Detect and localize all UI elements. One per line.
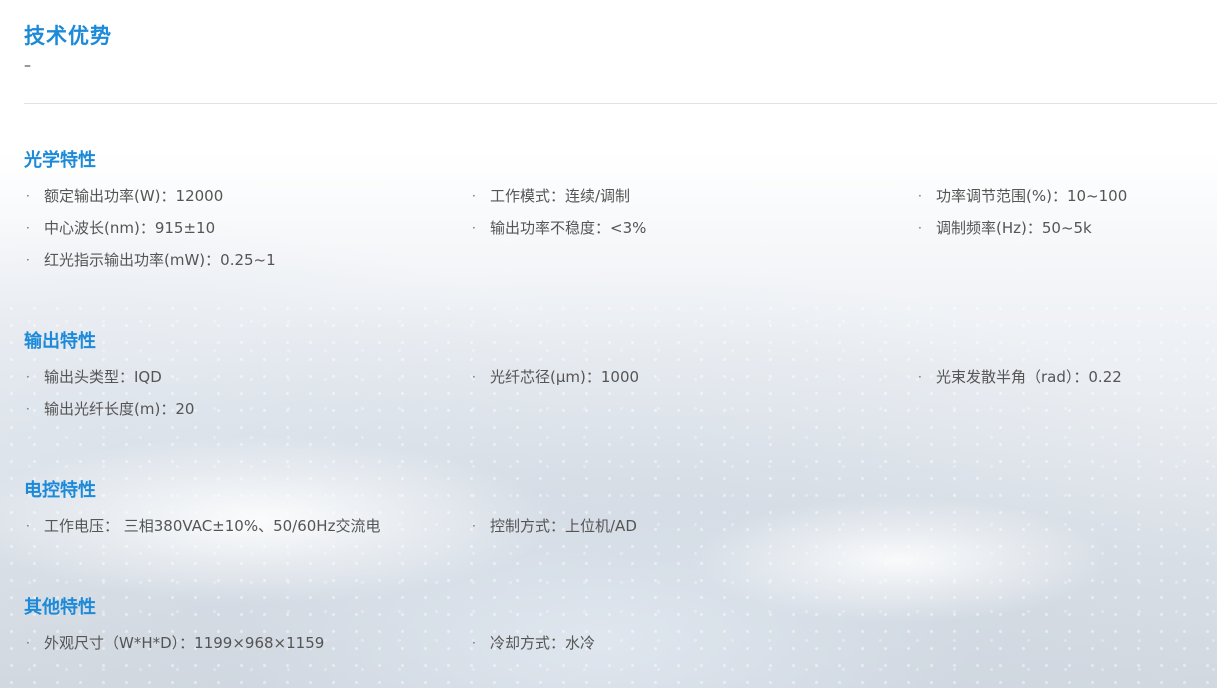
spec-item: · 输出功率不稳度：<3% — [470, 219, 916, 251]
bullet-icon: · — [472, 636, 476, 650]
spec-text: 输出功率不稳度：<3% — [490, 219, 647, 237]
spec-text: 调制频率(Hz)：50~5k — [936, 219, 1092, 237]
section-optical: 光学特性 · 额定输出功率(W)：12000 · 工作模式：连续/调制 · 功率调节范… — [24, 149, 1217, 283]
spec-text: 控制方式：上位机/AD — [490, 517, 637, 535]
spec-item: · 输出光纤长度(m)：20 — [24, 400, 470, 432]
spec-text: 光纤芯径(μm)：1000 — [490, 368, 640, 386]
spec-text: 输出头类型：IQD — [44, 368, 162, 386]
bullet-icon: · — [472, 370, 476, 384]
spec-text: 红光指示输出功率(mW)：0.25~1 — [44, 251, 276, 269]
title-dash: – — [24, 58, 31, 74]
bullet-icon: · — [26, 253, 30, 267]
bullet-icon: · — [472, 221, 476, 235]
bullet-icon: · — [918, 189, 922, 203]
spec-item: · 冷却方式：水冷 — [470, 634, 916, 666]
spec-text: 额定输出功率(W)：12000 — [44, 187, 224, 205]
spec-item: · 光束发散半角（rad）：0.22 — [916, 368, 1217, 400]
spec-text: 中心波长(nm)：915±10 — [44, 219, 216, 237]
bullet-icon: · — [472, 519, 476, 533]
spec-item: · 外观尺寸（W*H*D）：1199×968×1159 — [24, 634, 470, 666]
section-other: 其他特性 · 外观尺寸（W*H*D）：1199×968×1159 · 冷却方式：水冷 — [24, 596, 1217, 666]
spec-item: · 光纤芯径(μm)：1000 — [470, 368, 916, 400]
divider — [24, 103, 1217, 104]
section-title: 电控特性 — [24, 480, 96, 501]
spec-text: 光束发散半角（rad）：0.22 — [936, 368, 1122, 386]
section-title: 光学特性 — [24, 150, 96, 171]
bullet-icon: · — [26, 402, 30, 416]
spec-item: · 中心波长(nm)：915±10 — [24, 219, 470, 251]
section-output: 输出特性 · 输出头类型：IQD · 光纤芯径(μm)：1000 · 光束发散半角（r… — [24, 330, 1217, 432]
spec-text: 外观尺寸（W*H*D）：1199×968×1159 — [44, 634, 325, 652]
spec-item: · 调制频率(Hz)：50~5k — [916, 219, 1217, 251]
spec-item: · 功率调节范围(%)：10~100 — [916, 187, 1217, 219]
section-electrical: 电控特性 · 工作电压： 三相380VAC±10%、50/60Hz交流电 · 控制方… — [24, 479, 1217, 549]
spec-grid: · 额定输出功率(W)：12000 · 工作模式：连续/调制 · 功率调节范围(%)：… — [24, 187, 1217, 283]
spec-item: · 控制方式：上位机/AD — [470, 517, 916, 549]
bullet-icon: · — [26, 370, 30, 384]
spec-text: 工作模式：连续/调制 — [490, 187, 631, 205]
spec-grid: · 外观尺寸（W*H*D）：1199×968×1159 · 冷却方式：水冷 — [24, 634, 1217, 666]
page-title: 技术优势 — [24, 24, 112, 48]
bullet-icon: · — [26, 519, 30, 533]
spec-text: 工作电压： 三相380VAC±10%、50/60Hz交流电 — [44, 517, 381, 535]
spec-grid: · 工作电压： 三相380VAC±10%、50/60Hz交流电 · 控制方式：上位机… — [24, 517, 1217, 549]
bullet-icon: · — [26, 221, 30, 235]
spec-text: 输出光纤长度(m)：20 — [44, 400, 195, 418]
spec-text: 功率调节范围(%)：10~100 — [936, 187, 1128, 205]
spec-item: · 额定输出功率(W)：12000 — [24, 187, 470, 219]
bullet-icon: · — [918, 221, 922, 235]
bullet-icon: · — [918, 370, 922, 384]
spec-item: · 红光指示输出功率(mW)：0.25~1 — [24, 251, 470, 283]
bullet-icon: · — [26, 189, 30, 203]
spec-item: · 工作模式：连续/调制 — [470, 187, 916, 219]
bullet-icon: · — [26, 636, 30, 650]
spec-text: 冷却方式：水冷 — [490, 634, 596, 652]
spec-grid: · 输出头类型：IQD · 光纤芯径(μm)：1000 · 光束发散半角（rad）：0… — [24, 368, 1217, 432]
section-title: 其他特性 — [24, 597, 96, 618]
spec-item: · 工作电压： 三相380VAC±10%、50/60Hz交流电 — [24, 517, 470, 549]
spec-item: · 输出头类型：IQD — [24, 368, 470, 400]
bullet-icon: · — [472, 189, 476, 203]
section-title: 输出特性 — [24, 331, 96, 352]
